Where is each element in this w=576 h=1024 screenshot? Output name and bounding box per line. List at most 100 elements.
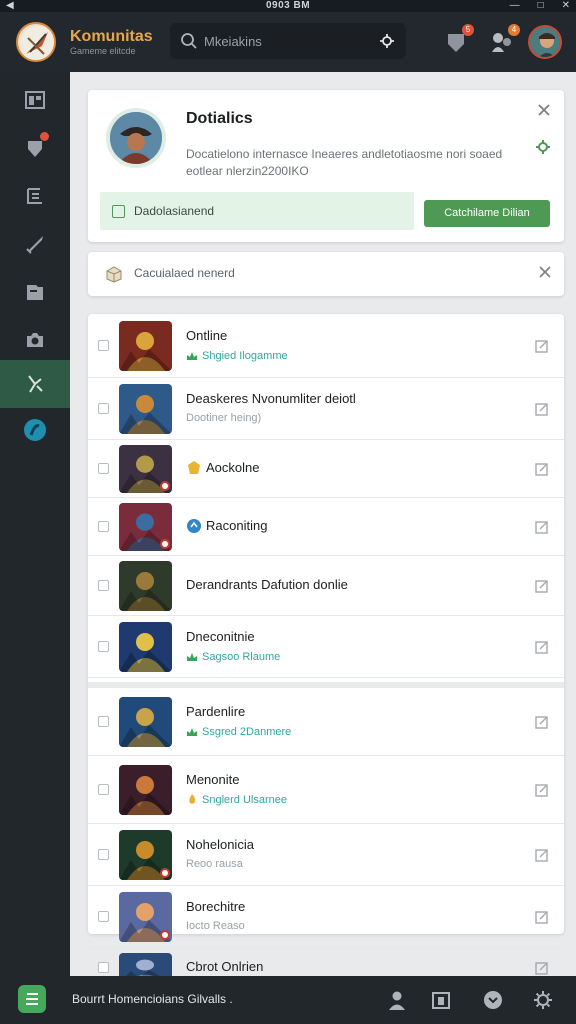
game-thumbnail[interactable] bbox=[119, 384, 172, 434]
game-row[interactable]: Deaskeres Nvonumliter deiotl Dootiner hei… bbox=[88, 378, 564, 440]
notice-text: Cacuialaed nenerd bbox=[134, 266, 235, 280]
game-subtitle-text: Dootiner heing) bbox=[186, 412, 262, 424]
game-subtitle-text: Shgied Ilogamme bbox=[202, 350, 288, 362]
notice-card: Cacuialaed nenerd bbox=[88, 252, 564, 296]
edit-icon[interactable] bbox=[534, 519, 550, 540]
search-bar[interactable] bbox=[170, 23, 406, 59]
sidebar-item-camera[interactable] bbox=[0, 316, 70, 364]
user-avatar[interactable] bbox=[528, 25, 562, 59]
edit-icon[interactable] bbox=[534, 639, 550, 660]
row-checkbox[interactable] bbox=[98, 463, 109, 474]
game-row[interactable]: Derandrants Dafution donlie bbox=[88, 556, 564, 616]
edit-icon[interactable] bbox=[534, 401, 550, 422]
game-thumbnail[interactable] bbox=[119, 953, 172, 976]
edit-icon[interactable] bbox=[534, 782, 550, 803]
game-row[interactable]: Ontline Shgied Ilogamme bbox=[88, 314, 564, 378]
edit-icon[interactable] bbox=[534, 338, 550, 359]
details-checkbox[interactable] bbox=[112, 205, 125, 218]
game-row[interactable]: Raconiting bbox=[88, 498, 564, 556]
person-icon[interactable] bbox=[386, 989, 408, 1011]
gear-icon[interactable] bbox=[536, 140, 550, 159]
search-input[interactable] bbox=[204, 31, 364, 51]
game-row[interactable]: Menonite Snglerd Ulsarnee bbox=[88, 756, 564, 824]
edit-icon[interactable] bbox=[534, 714, 550, 735]
status-dot-icon bbox=[160, 481, 170, 491]
game-subtitle: Iocto Reaso bbox=[186, 920, 245, 932]
row-checkbox[interactable] bbox=[98, 340, 109, 351]
sidebar-item-sword[interactable] bbox=[0, 220, 70, 268]
game-thumbnail[interactable] bbox=[119, 892, 172, 942]
edit-icon[interactable] bbox=[534, 461, 550, 482]
game-thumbnail[interactable] bbox=[119, 561, 172, 611]
row-checkbox[interactable] bbox=[98, 641, 109, 652]
game-row[interactable]: Nohelonicia Reoo rausa bbox=[88, 824, 564, 886]
game-subtitle: Shgied Ilogamme bbox=[186, 349, 288, 364]
game-row[interactable]: Pardenlire Ssgred 2Danmere bbox=[88, 688, 564, 756]
row-checkbox[interactable] bbox=[98, 580, 109, 591]
sidebar-item-dashboard[interactable] bbox=[0, 76, 70, 124]
bottom-bar-text: Bourrt Homencioians Gilvalls . bbox=[72, 992, 233, 1006]
game-title: Derandrants Dafution donlie bbox=[186, 577, 348, 592]
game-row[interactable]: Aockolne bbox=[88, 440, 564, 498]
edit-icon[interactable] bbox=[534, 960, 550, 976]
list-icon bbox=[27, 188, 42, 204]
row-checkbox[interactable] bbox=[98, 521, 109, 532]
game-thumbnail[interactable] bbox=[119, 445, 172, 493]
edit-icon[interactable] bbox=[534, 909, 550, 930]
row-checkbox[interactable] bbox=[98, 849, 109, 860]
app-title: Komunitas bbox=[70, 28, 153, 45]
status-dot-icon bbox=[160, 930, 170, 940]
sidebar-item-tools[interactable] bbox=[0, 360, 70, 408]
details-checkbox-label: Dadolasianend bbox=[134, 204, 215, 218]
maximize-icon[interactable]: □ bbox=[538, 0, 544, 12]
sidebar-item-folder[interactable] bbox=[0, 268, 70, 316]
game-title: Pardenlire bbox=[186, 704, 246, 719]
game-row[interactable]: Cbrot Onlrien bbox=[88, 948, 564, 976]
chat-icon[interactable] bbox=[482, 989, 504, 1011]
voice-search-icon[interactable] bbox=[378, 32, 396, 55]
sidebar-item-shield[interactable] bbox=[0, 124, 70, 172]
sidebar-item-globe[interactable] bbox=[0, 406, 70, 454]
edit-icon[interactable] bbox=[534, 847, 550, 868]
main-content: Dotialics Docatielono internasce Ineaere… bbox=[70, 72, 576, 976]
game-subtitle-text: Sagsoo Rlaume bbox=[202, 651, 281, 663]
close-icon[interactable] bbox=[536, 102, 552, 123]
search-icon bbox=[180, 32, 198, 55]
game-subtitle: Reoo rausa bbox=[186, 858, 243, 870]
game-thumbnail[interactable] bbox=[119, 622, 172, 672]
game-thumbnail[interactable] bbox=[119, 830, 172, 880]
row-checkbox[interactable] bbox=[98, 784, 109, 795]
row-checkbox[interactable] bbox=[98, 962, 109, 973]
flame-icon bbox=[186, 793, 198, 808]
plant-icon bbox=[186, 725, 198, 740]
game-thumbnail[interactable] bbox=[119, 697, 172, 747]
game-thumbnail[interactable] bbox=[119, 503, 172, 551]
close-window-icon[interactable]: ✕ bbox=[562, 0, 570, 12]
game-thumbnail[interactable] bbox=[119, 765, 172, 815]
status-time: 0903 BM bbox=[265, 0, 311, 11]
notice-close-icon[interactable] bbox=[538, 265, 552, 284]
row-checkbox[interactable] bbox=[98, 716, 109, 727]
notifications-icon[interactable]: 5 bbox=[442, 24, 474, 56]
box-icon bbox=[104, 264, 124, 289]
details-action-button[interactable]: Catchilame Dilian bbox=[424, 200, 550, 227]
game-thumbnail[interactable] bbox=[119, 321, 172, 371]
settings-icon[interactable] bbox=[532, 989, 554, 1011]
sidebar-item-list[interactable] bbox=[0, 172, 70, 220]
row-checkbox[interactable] bbox=[98, 403, 109, 414]
game-title: Nohelonicia bbox=[186, 837, 254, 852]
game-subtitle-text: Iocto Reaso bbox=[186, 920, 245, 932]
camera-icon bbox=[27, 333, 43, 347]
activity-icon[interactable]: 4 bbox=[488, 24, 520, 56]
row-checkbox[interactable] bbox=[98, 911, 109, 922]
edit-icon[interactable] bbox=[534, 578, 550, 599]
details-checkbox-row[interactable]: Dadolasianend bbox=[100, 192, 414, 230]
game-row[interactable]: Borechitre Iocto Reaso bbox=[88, 886, 564, 948]
menu-button[interactable] bbox=[18, 985, 46, 1013]
game-row[interactable]: Dneconitnie Sagsoo Rlaume bbox=[88, 616, 564, 678]
game-subtitle-text: Ssgred 2Danmere bbox=[202, 726, 292, 738]
calendar-icon[interactable] bbox=[430, 989, 452, 1011]
minimize-icon[interactable]: — bbox=[510, 0, 520, 12]
app-logo-icon[interactable] bbox=[16, 22, 56, 62]
sword-icon bbox=[26, 236, 43, 254]
